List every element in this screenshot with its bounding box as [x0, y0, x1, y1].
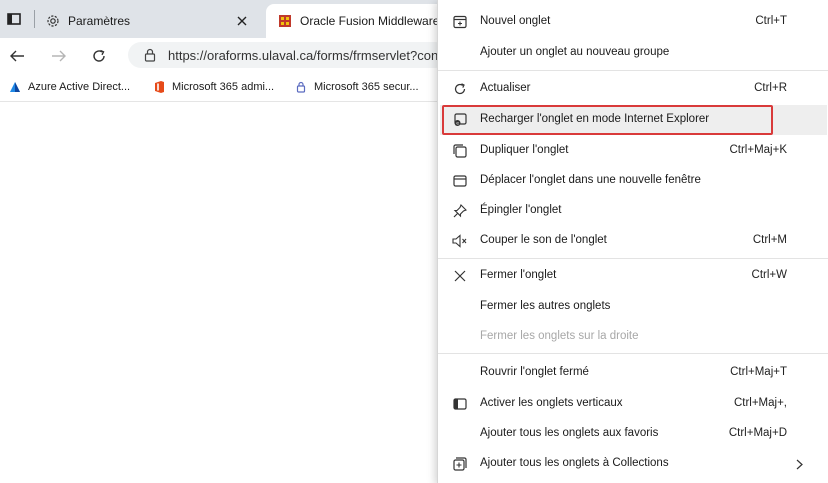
- menu-divider: [438, 70, 828, 71]
- menu-item-move-to-new-window[interactable]: Déplacer l'onglet dans une nouvelle fenê…: [440, 166, 827, 196]
- menu-item-duplicate-tab[interactable]: Dupliquer l'onglet Ctrl+Maj+K: [440, 136, 827, 166]
- menu-item-close-tab[interactable]: Fermer l'onglet Ctrl+W: [440, 261, 827, 291]
- arrow-left-icon: [10, 50, 24, 62]
- back-button[interactable]: [6, 45, 28, 67]
- menu-item-add-tab-to-group[interactable]: Ajouter un onglet au nouveau groupe: [440, 38, 827, 68]
- menu-item-label: Rouvrir l'onglet fermé: [480, 366, 589, 378]
- office-icon: [152, 80, 166, 94]
- menu-item-reload-ie-mode[interactable]: e Recharger l'onglet en mode Internet Ex…: [440, 105, 827, 135]
- gear-icon: [44, 12, 62, 30]
- mute-icon: [452, 233, 468, 249]
- address-bar[interactable]: https://oraforms.ulaval.ca/forms/frmserv…: [128, 42, 448, 68]
- duplicate-icon: [452, 143, 468, 159]
- menu-divider: [438, 353, 828, 354]
- svg-text:e: e: [456, 122, 459, 127]
- tab-active-label: Oracle Fusion Middleware Forms Services: [300, 14, 446, 28]
- bookmark-azure[interactable]: Azure Active Direct...: [8, 72, 130, 102]
- tab-settings[interactable]: Paramètres: [40, 4, 260, 38]
- forward-button[interactable]: [48, 45, 70, 67]
- browser-window: Paramètres Oracle Fusion Middleware Form…: [0, 0, 828, 483]
- close-icon: [452, 268, 468, 284]
- lock-icon: [142, 47, 158, 63]
- azure-icon: [8, 80, 22, 94]
- tab-actions-icon: [7, 13, 21, 25]
- menu-item-add-all-to-collections[interactable]: Ajouter tous les onglets à Collections: [440, 449, 827, 479]
- menu-item-shortcut: Ctrl+Maj+T: [730, 366, 787, 378]
- menu-item-shortcut: Ctrl+R: [754, 82, 787, 94]
- menu-item-label: Recharger l'onglet en mode Internet Expl…: [480, 113, 710, 125]
- menu-item-label: Actualiser: [480, 82, 531, 94]
- tab-actions-button[interactable]: [4, 9, 24, 29]
- menu-item-new-tab[interactable]: Nouvel onglet Ctrl+T: [440, 7, 827, 37]
- refresh-icon: [452, 81, 468, 97]
- menu-item-shortcut: Ctrl+Maj+K: [729, 144, 787, 156]
- shield-lock-icon: [294, 80, 308, 94]
- tab-oracle-forms[interactable]: Oracle Fusion Middleware Forms Services: [266, 4, 446, 38]
- menu-item-label: Ajouter un onglet au nouveau groupe: [480, 46, 670, 58]
- pin-icon: [452, 203, 468, 219]
- bookmark-m365-admin[interactable]: Microsoft 365 admi...: [152, 72, 274, 102]
- chevron-right-icon: [793, 456, 805, 472]
- menu-item-shortcut: Ctrl+T: [755, 15, 787, 27]
- menu-item-label: Fermer les autres onglets: [480, 300, 611, 312]
- menu-item-label: Ajouter tous les onglets aux favoris: [480, 427, 659, 439]
- menu-item-pin-tab[interactable]: Épingler l'onglet: [440, 196, 827, 226]
- close-tab-button[interactable]: [234, 13, 250, 29]
- oracle-favicon-icon: [278, 14, 292, 28]
- menu-item-shortcut: Ctrl+Maj+D: [728, 427, 787, 439]
- menu-item-refresh[interactable]: Actualiser Ctrl+R: [440, 74, 827, 104]
- menu-item-label: Couper le son de l'onglet: [480, 234, 607, 246]
- menu-item-label: Dupliquer l'onglet: [480, 144, 569, 156]
- menu-item-label: Nouvel onglet: [480, 15, 551, 27]
- menu-item-shortcut: Ctrl+M: [752, 234, 787, 246]
- menu-divider: [438, 258, 828, 259]
- menu-item-add-all-to-favorites[interactable]: Ajouter tous les onglets aux favoris Ctr…: [440, 419, 827, 449]
- menu-item-vertical-tabs[interactable]: Activer les onglets verticaux Ctrl+Maj+,: [440, 389, 827, 419]
- bookmark-label: Microsoft 365 secur...: [314, 81, 419, 93]
- bookmark-label: Azure Active Direct...: [28, 81, 131, 93]
- tab-settings-label: Paramètres: [68, 14, 131, 28]
- menu-item-label: Ajouter tous les onglets à Collections: [480, 457, 669, 469]
- new-tab-icon: [452, 14, 468, 30]
- menu-item-label: Fermer l'onglet: [480, 269, 557, 281]
- menu-item-label: Épingler l'onglet: [480, 204, 562, 216]
- tab-context-menu: Nouvel onglet Ctrl+T Ajouter un onglet a…: [437, 0, 828, 483]
- bookmark-m365-security[interactable]: Microsoft 365 secur...: [294, 72, 419, 102]
- menu-item-mute-tab[interactable]: Couper le son de l'onglet Ctrl+M: [440, 226, 827, 256]
- address-url: https://oraforms.ulaval.ca/forms/frmserv…: [168, 47, 448, 63]
- collections-icon: [452, 456, 468, 472]
- menu-item-reopen-closed-tab[interactable]: Rouvrir l'onglet fermé Ctrl+Maj+T: [440, 358, 827, 388]
- bookmark-label: Microsoft 365 admi...: [172, 81, 275, 93]
- window-icon: [452, 173, 468, 189]
- menu-item-label: Fermer les onglets sur la droite: [480, 330, 639, 342]
- menu-item-label: Déplacer l'onglet dans une nouvelle fenê…: [480, 174, 701, 186]
- menu-item-label: Activer les onglets verticaux: [480, 397, 623, 409]
- menu-item-shortcut: Ctrl+Maj+,: [733, 397, 787, 409]
- vertical-tabs-icon: [452, 396, 468, 412]
- tab-separator: [34, 10, 35, 28]
- refresh-icon: [93, 49, 105, 62]
- menu-item-close-other-tabs[interactable]: Fermer les autres onglets: [440, 292, 827, 322]
- close-icon: [237, 16, 247, 26]
- menu-item-shortcut: Ctrl+W: [751, 269, 787, 281]
- menu-item-close-tabs-right[interactable]: Fermer les onglets sur la droite: [440, 322, 827, 352]
- ie-mode-icon: e: [452, 112, 468, 128]
- refresh-button[interactable]: [88, 45, 110, 67]
- arrow-right-icon: [52, 50, 66, 62]
